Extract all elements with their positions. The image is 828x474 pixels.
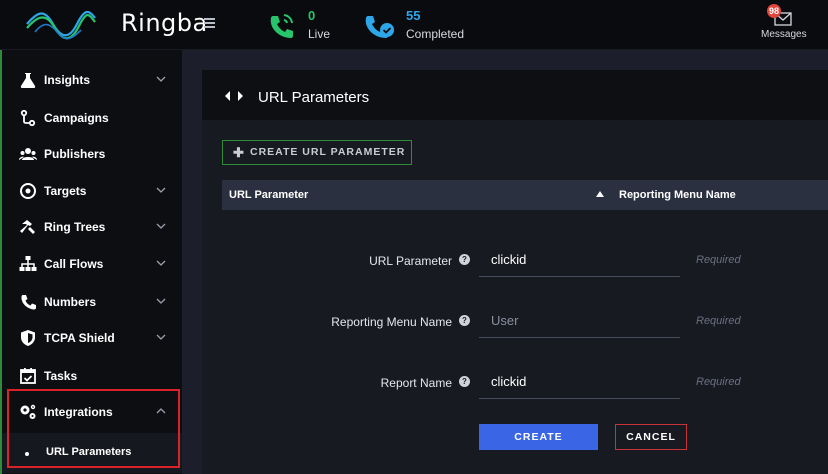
top-bar: Ringba 0 Live 55 Completed 98 Messages xyxy=(0,0,828,50)
live-calls-stat[interactable]: 0 Live xyxy=(264,6,354,46)
live-label: Live xyxy=(308,27,331,41)
campaign-icon xyxy=(20,109,36,127)
plus-icon: ✚ xyxy=(233,145,245,160)
page-title: URL Parameters xyxy=(258,89,370,106)
url-parameters-panel: URL Parameters ✚ CREATE URL PARAMETER URL… xyxy=(202,70,828,474)
sidebar-item-label: TCPA Shield xyxy=(44,331,115,345)
ringba-wave-icon xyxy=(26,10,96,40)
field-label: Report Name xyxy=(380,376,452,390)
sidebar-item-insights[interactable]: Insights xyxy=(2,61,182,97)
bullet-icon xyxy=(25,452,29,456)
sort-ascending-icon[interactable] xyxy=(596,191,604,197)
table-header: URL Parameter Reporting Menu Name xyxy=(222,180,828,210)
sidebar-item-campaigns[interactable]: Campaigns xyxy=(2,99,182,135)
help-icon[interactable]: ? xyxy=(459,254,470,265)
sidebar-item-targets[interactable]: Targets xyxy=(2,172,182,208)
cancel-button[interactable]: CANCEL xyxy=(615,424,687,450)
reporting-menu-name-input[interactable] xyxy=(479,304,680,338)
sidebar-item-tasks[interactable]: Tasks xyxy=(2,357,182,393)
create-url-parameter-label: CREATE URL PARAMETER xyxy=(250,146,406,158)
calendar-check-icon xyxy=(20,368,36,384)
field-label: Reporting Menu Name xyxy=(331,315,452,329)
flask-icon xyxy=(20,73,36,88)
sidebar: Insights Campaigns Publishers Targets Ri… xyxy=(0,50,182,474)
sidebar-item-label: Numbers xyxy=(44,295,97,309)
sitemap-icon xyxy=(19,256,37,271)
sidebar-item-ring-trees[interactable]: Ring Trees xyxy=(2,208,182,244)
help-icon[interactable]: ? xyxy=(459,376,470,387)
required-hint: Required xyxy=(696,376,741,388)
sidebar-item-tcpa-shield[interactable]: TCPA Shield xyxy=(2,319,182,355)
sidebar-subitem-label: URL Parameters xyxy=(46,446,132,458)
messages-button[interactable]: 98 Messages xyxy=(754,4,814,46)
required-hint: Required xyxy=(696,315,741,327)
sidebar-item-integrations[interactable]: Integrations xyxy=(2,393,182,429)
chevron-down-icon xyxy=(156,298,166,304)
sidebar-item-publishers[interactable]: Publishers xyxy=(2,135,182,171)
form-row-reporting-menu-name: Reporting Menu Name ? Required xyxy=(222,304,828,344)
chevron-down-icon xyxy=(156,76,166,82)
messages-label: Messages xyxy=(761,29,807,40)
form-row-report-name: Report Name ? Required xyxy=(222,365,828,405)
cogs-icon xyxy=(20,404,36,419)
chevron-down-icon xyxy=(156,223,166,229)
sidebar-item-label: Ring Trees xyxy=(44,220,106,234)
shield-icon xyxy=(21,330,35,346)
app-name: Ringba xyxy=(121,9,208,37)
completed-calls-stat[interactable]: 55 Completed xyxy=(362,6,482,46)
hamburger-menu-icon[interactable] xyxy=(202,14,220,32)
field-label: URL Parameter xyxy=(369,254,452,268)
completed-count: 55 xyxy=(406,8,421,23)
messages-badge: 98 xyxy=(767,4,782,18)
completed-label: Completed xyxy=(406,27,465,41)
sidebar-item-numbers[interactable]: Numbers xyxy=(2,283,182,319)
sidebar-item-label: Campaigns xyxy=(44,111,109,125)
url-parameter-input[interactable] xyxy=(479,243,680,277)
sidebar-subitem-url-parameters[interactable]: URL Parameters xyxy=(2,433,182,473)
hammer-icon xyxy=(20,220,35,234)
sidebar-item-label: Tasks xyxy=(44,369,78,383)
sidebar-item-label: Call Flows xyxy=(44,257,104,271)
live-count: 0 xyxy=(308,8,316,23)
help-icon[interactable]: ? xyxy=(459,315,470,326)
report-name-input[interactable] xyxy=(479,365,680,399)
code-arrows-icon xyxy=(225,91,243,101)
publishers-icon xyxy=(19,148,37,160)
phone-icon xyxy=(21,295,36,310)
form-row-url-parameter: URL Parameter ? Required xyxy=(222,243,828,283)
sidebar-item-label: Publishers xyxy=(44,147,106,161)
target-icon xyxy=(20,183,36,199)
create-url-parameter-button[interactable]: ✚ CREATE URL PARAMETER xyxy=(222,140,412,165)
create-button[interactable]: CREATE xyxy=(479,424,598,450)
sidebar-item-call-flows[interactable]: Call Flows xyxy=(2,245,182,281)
chevron-up-icon xyxy=(156,408,166,414)
column-header-url-parameter[interactable]: URL Parameter xyxy=(229,189,308,201)
sidebar-item-label: Targets xyxy=(44,184,87,198)
sidebar-item-label: Insights xyxy=(44,73,91,87)
chevron-down-icon xyxy=(156,187,166,193)
phone-check-icon xyxy=(365,16,394,38)
chevron-down-icon xyxy=(156,260,166,266)
panel-header: URL Parameters xyxy=(202,70,828,120)
phone-live-icon xyxy=(270,14,293,38)
chevron-down-icon xyxy=(156,334,166,340)
sidebar-item-label: Integrations xyxy=(44,405,113,419)
ringba-logo[interactable]: Ringba xyxy=(25,4,207,44)
column-header-reporting-menu-name[interactable]: Reporting Menu Name xyxy=(619,189,736,201)
required-hint: Required xyxy=(696,254,741,266)
